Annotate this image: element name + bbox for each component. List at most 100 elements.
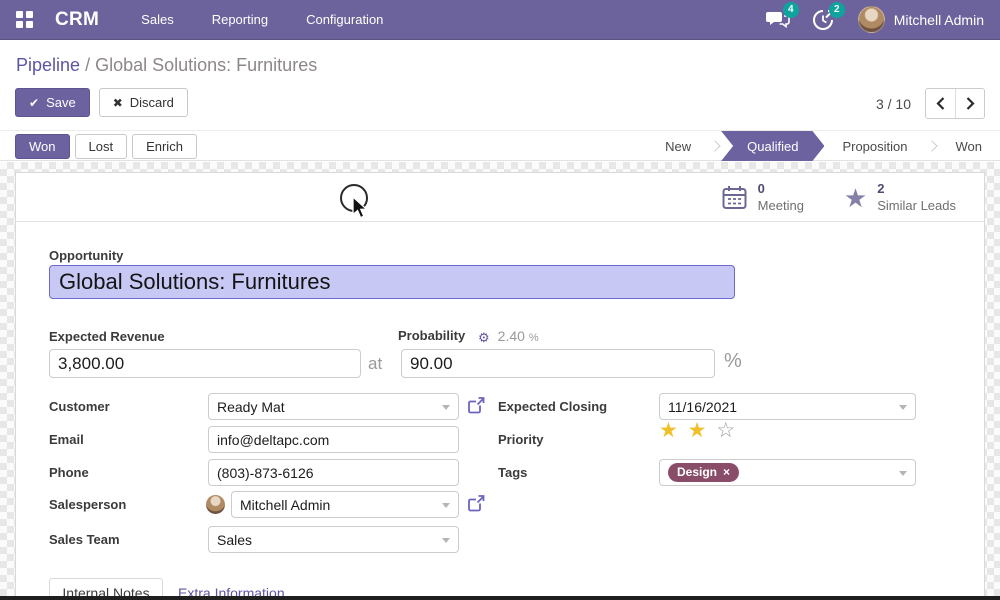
stage-separator-chevron <box>926 140 937 151</box>
pager-previous-button[interactable] <box>926 89 955 118</box>
email-field[interactable]: info@deltapc.com <box>208 426 459 453</box>
apps-grid-square <box>26 11 33 18</box>
record-pager: 3 / 10 <box>876 88 985 119</box>
breadcrumb-pipeline-link[interactable]: Pipeline <box>16 55 80 75</box>
tag-design-label: Design <box>677 465 717 479</box>
similar-leads-stat-button[interactable]: ★ 2 Similar Leads <box>824 173 976 222</box>
priority-star-3[interactable]: ☆ <box>716 419 737 442</box>
activities-button[interactable]: 2 <box>812 9 838 31</box>
chevron-down-icon[interactable] <box>442 538 450 543</box>
apps-grid-icon[interactable] <box>16 11 33 28</box>
stage-won[interactable]: Won <box>938 131 1000 161</box>
app-brand[interactable]: CRM <box>55 9 99 31</box>
expected-closing-label: Expected Closing <box>498 399 607 414</box>
calendar-icon <box>721 184 748 211</box>
expected-revenue-input[interactable] <box>49 349 361 378</box>
probability-auto-percent: % <box>529 332 539 344</box>
meeting-count: 0 <box>758 181 804 197</box>
pager-next-button[interactable] <box>955 89 984 118</box>
phone-field[interactable]: (803)-873-6126 <box>208 459 459 486</box>
won-button[interactable]: Won <box>15 134 70 159</box>
priority-star-2[interactable]: ★ <box>688 419 709 442</box>
expected-revenue-label: Expected Revenue <box>49 329 165 344</box>
messages-badge: 4 <box>783 2 799 18</box>
pager-buttons <box>925 88 985 119</box>
apps-grid-square <box>16 11 23 18</box>
salesperson-avatar <box>206 495 225 514</box>
status-stage-row: Won Lost Enrich New Qualified Propositio… <box>0 130 1000 161</box>
similar-leads-stat-text: 2 Similar Leads <box>877 181 956 214</box>
phone-value: (803)-873-6126 <box>217 465 314 481</box>
discard-button[interactable]: ✖ Discard <box>99 88 188 117</box>
meeting-stat-button[interactable]: 0 Meeting <box>701 173 824 222</box>
similar-leads-count: 2 <box>877 181 956 197</box>
top-navbar: CRM Sales Reporting Configuration 4 2 <box>0 0 1000 40</box>
priority-stars[interactable]: ★ ★ ☆ <box>659 420 737 441</box>
close-icon: ✖ <box>113 96 123 110</box>
breadcrumb: Pipeline / Global Solutions: Furnitures <box>16 55 317 76</box>
apps-grid-square <box>16 21 23 28</box>
lost-button[interactable]: Lost <box>75 134 128 159</box>
check-icon: ✔ <box>29 96 39 110</box>
save-label: Save <box>46 95 76 110</box>
user-menu[interactable]: Mitchell Admin <box>858 6 984 33</box>
menu-configuration[interactable]: Configuration <box>306 12 383 27</box>
priority-label: Priority <box>498 432 544 447</box>
tag-remove-icon[interactable]: × <box>723 465 730 479</box>
stage-separator-chevron <box>709 140 720 151</box>
chevron-down-icon[interactable] <box>899 471 907 476</box>
discard-label: Discard <box>130 95 174 110</box>
expected-closing-field[interactable]: 11/16/2021 <box>659 393 916 420</box>
stage-proposition[interactable]: Proposition <box>824 131 925 161</box>
chevron-down-icon[interactable] <box>442 405 450 410</box>
mouse-cursor-icon <box>352 196 369 220</box>
percent-sign: % <box>724 350 742 373</box>
breadcrumb-current: Global Solutions: Furnitures <box>95 55 317 75</box>
probability-input[interactable] <box>401 349 715 378</box>
opportunity-title-input[interactable] <box>49 265 735 299</box>
main-content-area: 0 Meeting ★ 2 Similar Leads Opportunity <box>0 162 1000 600</box>
sheet-top-bar: 0 Meeting ★ 2 Similar Leads <box>16 173 984 222</box>
customer-value: Ready Mat <box>217 399 285 415</box>
enrich-button[interactable]: Enrich <box>132 134 197 159</box>
tags-field[interactable]: Design × <box>659 459 916 486</box>
customer-external-link-icon[interactable] <box>468 397 485 414</box>
salesperson-field[interactable]: Mitchell Admin <box>231 491 459 518</box>
sales-team-label: Sales Team <box>49 532 120 547</box>
meeting-stat-text: 0 Meeting <box>758 181 804 214</box>
email-label: Email <box>49 432 84 447</box>
salesperson-label: Salesperson <box>49 497 126 512</box>
chevron-left-icon <box>936 97 945 110</box>
form-sheet: 0 Meeting ★ 2 Similar Leads Opportunity <box>15 172 985 600</box>
apps-grid-square <box>26 21 33 28</box>
star-icon: ★ <box>844 185 867 211</box>
at-label: at <box>368 354 382 374</box>
probability-label: Probability <box>398 328 465 343</box>
stage-new[interactable]: New <box>647 131 709 161</box>
chevron-down-icon[interactable] <box>442 503 450 508</box>
control-panel: Pipeline / Global Solutions: Furnitures … <box>0 40 1000 130</box>
messages-button[interactable]: 4 <box>766 9 792 31</box>
customer-field[interactable]: Ready Mat <box>208 393 459 420</box>
menu-reporting[interactable]: Reporting <box>212 12 268 27</box>
crm-app-window: CRM Sales Reporting Configuration 4 2 <box>0 0 1000 600</box>
salesperson-external-link-icon[interactable] <box>468 495 485 512</box>
navbar-right: 4 2 Mitchell Admin <box>766 6 984 33</box>
chevron-down-icon[interactable] <box>899 405 907 410</box>
menu-sales[interactable]: Sales <box>141 12 174 27</box>
user-avatar <box>858 6 885 33</box>
status-buttons: Won Lost Enrich <box>15 134 197 159</box>
priority-star-1[interactable]: ★ <box>659 419 680 442</box>
pager-value: 3 / 10 <box>876 96 911 112</box>
similar-leads-label: Similar Leads <box>877 198 956 214</box>
stage-qualified-active[interactable]: Qualified <box>721 131 824 161</box>
gear-icon[interactable]: ⚙ <box>478 331 490 344</box>
email-value: info@deltapc.com <box>217 432 329 448</box>
save-button[interactable]: ✔ Save <box>15 88 90 117</box>
chevron-right-icon <box>966 97 975 110</box>
user-name: Mitchell Admin <box>894 12 984 28</box>
customer-label: Customer <box>49 399 110 414</box>
sales-team-field[interactable]: Sales <box>208 526 459 553</box>
probability-auto-value: 2.40 <box>498 328 525 344</box>
tag-design[interactable]: Design × <box>668 463 739 481</box>
